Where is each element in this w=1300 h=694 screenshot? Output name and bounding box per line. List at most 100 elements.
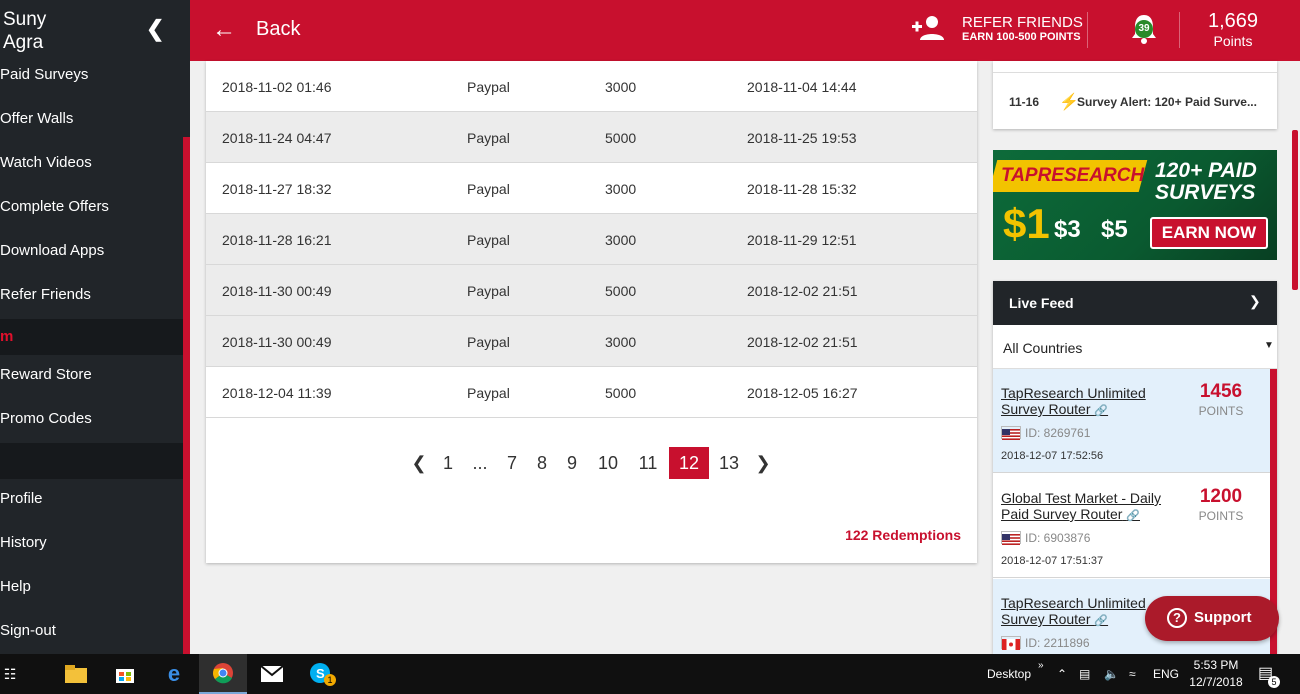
action-center-icon[interactable]: ▤ [1258,654,1273,694]
sidebar-item-history[interactable]: History [0,525,183,561]
support-button[interactable]: ? Support [1145,596,1279,641]
sidebar-item-paid-surveys[interactable]: Paid Surveys [0,57,183,93]
header-divider [1087,12,1088,48]
page-link[interactable]: 10 [594,447,622,479]
table-cell-method: Paypal [467,283,510,299]
feed-offer-name-text[interactable]: TapResearch Unlimited Survey Router [1001,385,1146,417]
network-icon[interactable]: ▤ [1079,654,1090,694]
language-indicator[interactable]: ENG [1153,654,1179,694]
table-cell-points: 5000 [605,385,637,401]
user-first-name: Suny [3,9,47,30]
clock-date[interactable]: 12/7/2018 [1188,675,1244,689]
table-cell-points: 3000 [605,334,637,350]
top-header: ← Back REFER FRIENDS EARN 100-500 POINTS… [190,0,1300,61]
table-cell-method: Paypal [467,232,510,248]
table-cell-paid-date: 2018-11-25 19:53 [747,130,857,146]
help-icon: ? [1167,608,1187,628]
country-select[interactable]: All Countries ▼ [993,325,1277,369]
skype-icon[interactable]: S [297,654,345,694]
feed-item[interactable]: TapResearch Unlimited Survey Router 🔗 14… [993,369,1270,473]
feed-offer-name[interactable]: Global Test Market - Daily Paid Survey R… [1001,490,1181,524]
banner-amount: $5 [1101,216,1128,243]
page-link[interactable]: 1 [438,447,458,479]
alert-text[interactable]: Survey Alert: 120+ Paid Surve... [1077,95,1273,109]
link-icon: 🔗 [1094,615,1109,627]
chevron-up-icon[interactable]: ❯ [1249,293,1261,310]
sidebar-item-help[interactable]: Help [0,569,183,605]
redemptions-count: 122 Redemptions [845,527,961,543]
lightning-icon: ⚡ [1059,94,1079,111]
table-row: 2018-11-24 04:47 Paypal 5000 2018-11-25 … [206,112,977,163]
table-cell-paid-date: 2018-11-29 12:51 [747,232,857,248]
sidebar-item-download-apps[interactable]: Download Apps [0,233,183,269]
table-cell-paid-date: 2018-12-02 21:51 [747,334,858,350]
page-link[interactable]: 8 [532,447,552,479]
page-link-current[interactable]: 12 [669,447,709,479]
toolbar-expand-icon[interactable]: » [1038,646,1044,686]
sidebar-item-profile[interactable]: Profile [0,481,183,517]
link-icon: 🔗 [1126,510,1140,522]
sidebar-item-promo-codes[interactable]: Promo Codes [0,401,183,437]
file-explorer-icon[interactable] [52,654,100,694]
canada-flag-icon [1001,636,1021,650]
tapresearch-banner[interactable]: TAPRESEARCH 120+ PAID SURVEYS $1 $3 $5 E… [993,150,1277,260]
feed-item[interactable]: Global Test Market - Daily Paid Survey R… [993,474,1270,578]
card-divider [993,61,1277,73]
next-page-icon[interactable]: ❯ [754,447,772,479]
link-icon: 🔗 [1094,405,1109,417]
page-scrollbar[interactable] [1292,130,1298,290]
collapse-sidebar-icon[interactable]: ❮ [146,16,164,42]
desktop-toolbar[interactable]: Desktop [987,654,1031,694]
feed-offer-name-text[interactable]: TapResearch Unlimited Survey Router [1001,595,1146,627]
store-icon[interactable] [101,654,149,694]
table-cell-date: 2018-11-30 00:49 [222,283,332,299]
sidebar-item-offer-walls[interactable]: Offer Walls [0,101,183,137]
table-cell-method: Paypal [467,79,510,95]
mail-icon[interactable] [248,654,296,694]
support-label: Support [1194,609,1252,626]
sidebar-item-reward-store[interactable]: Reward Store [0,357,183,393]
sidebar-section-header: m [0,319,183,355]
sidebar: Suny Agra ❮ Paid Surveys Offer Walls Wat… [0,0,190,654]
tray-overflow-icon[interactable]: ⌃ [1057,654,1067,694]
task-view-icon[interactable]: ☷ [0,654,20,694]
feed-points: 1456 [1199,381,1243,402]
points-label: Points [1213,33,1253,49]
refer-friends-link[interactable]: REFER FRIENDS [962,14,1083,31]
feed-user-id: ID: 6903876 [1025,531,1091,545]
clock-time[interactable]: 5:53 PM [1188,658,1244,672]
alert-date: 11-16 [1009,95,1040,109]
sidebar-item-complete-offers[interactable]: Complete Offers [0,189,183,225]
page-link[interactable]: 13 [715,447,743,479]
page-link[interactable]: 11 [634,447,662,479]
sidebar-scroll-indicator [183,137,190,654]
add-user-icon[interactable] [910,14,948,49]
feed-points-label: POINTS [1198,404,1244,418]
table-cell-date: 2018-11-24 04:47 [222,130,332,146]
volume-icon[interactable]: 🔈 [1104,654,1119,694]
back-button[interactable]: Back [256,18,300,41]
user-last-name: Agra [3,32,44,53]
sidebar-item-refer-friends[interactable]: Refer Friends [0,277,183,313]
table-cell-method: Paypal [467,181,510,197]
banner-amount: $3 [1054,216,1081,243]
edge-icon[interactable]: e [150,654,198,694]
banner-headline: 120+ PAID SURVEYS [1155,159,1257,204]
feed-offer-name[interactable]: TapResearch Unlimited Survey Router 🔗 [1001,385,1181,419]
prev-page-icon[interactable]: ❮ [410,447,428,479]
sidebar-item-watch-videos[interactable]: Watch Videos [0,145,183,181]
back-arrow-icon[interactable]: ← [212,16,236,44]
page-link[interactable]: 9 [562,447,582,479]
page-link[interactable]: 7 [502,447,522,479]
table-cell-method: Paypal [467,334,510,350]
sidebar-item-sign-out[interactable]: Sign-out [0,613,183,649]
wifi-icon[interactable]: ≈ [1129,654,1136,694]
chrome-icon[interactable] [199,654,247,694]
survey-alert-card[interactable]: 11-16 ⚡ Survey Alert: 120+ Paid Surve... [993,61,1277,129]
table-cell-date: 2018-11-28 16:21 [222,232,332,248]
table-cell-points: 5000 [605,283,637,299]
feed-timestamp: 2018-12-07 17:52:56 [1001,450,1104,462]
table-cell-paid-date: 2018-12-05 16:27 [747,385,858,401]
live-feed-header[interactable]: Live Feed ❯ [993,281,1277,325]
earn-now-button[interactable]: EARN NOW [1150,217,1268,249]
